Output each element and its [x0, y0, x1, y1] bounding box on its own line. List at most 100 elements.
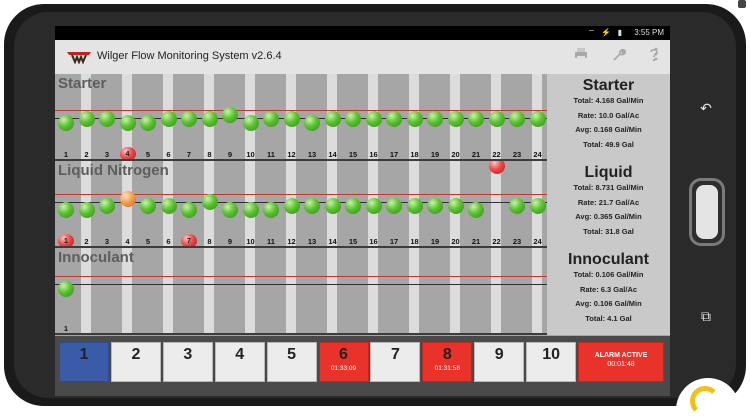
- row-flow-ball[interactable]: [345, 111, 361, 127]
- overflow-menu-icon[interactable]: [651, 47, 661, 67]
- wrench-icon[interactable]: [608, 47, 630, 67]
- row-flow-ball[interactable]: [386, 111, 402, 127]
- row-number: 17: [389, 237, 399, 246]
- column-stripe: [285, 248, 296, 335]
- row-flow-ball[interactable]: [242, 202, 259, 218]
- row-flow-ball[interactable]: [304, 115, 320, 131]
- row-flow-ball[interactable]: [488, 111, 505, 127]
- row-flow-ball[interactable]: [345, 198, 361, 214]
- boom-section-button[interactable]: 5: [266, 342, 317, 382]
- row-flow-ball[interactable]: [140, 198, 156, 214]
- boom-section-number: 2: [131, 346, 141, 363]
- status-icons: ⌔ ⚡ ▮: [587, 28, 624, 37]
- row-flow-ball[interactable]: [140, 115, 156, 131]
- row-flow-ball[interactable]: [447, 111, 464, 127]
- flow-monitor-content: Starter 1 2 3 4 5 6 7 8 9 10 11 12 13 14 15 16 17 18 19 20 21…: [55, 74, 670, 336]
- row-flow-ball[interactable]: [468, 202, 484, 218]
- boom-section-button[interactable]: 3: [162, 342, 213, 382]
- row-flow-ball[interactable]: [468, 111, 484, 127]
- row-flow-ball[interactable]: [58, 281, 74, 297]
- row-flow-ball[interactable]: [488, 161, 505, 174]
- row-flow-ball[interactable]: [283, 198, 300, 214]
- boom-section-button[interactable]: 9: [474, 342, 525, 382]
- app-screen: ⌔ ⚡ ▮ 3:55 PM Wilger Flow Monitoring Sys…: [55, 26, 670, 396]
- row-flow-ball[interactable]: [509, 198, 525, 214]
- back-icon[interactable]: ↶: [694, 96, 718, 120]
- alarm-label: ALARM ACTIVE: [594, 352, 648, 359]
- row-flow-ball[interactable]: [365, 111, 382, 127]
- wilger-logo-icon: [67, 52, 91, 64]
- printer-icon[interactable]: [570, 47, 592, 67]
- row-flow-ball[interactable]: [181, 202, 197, 218]
- row-number: 2: [84, 150, 89, 159]
- row-number: 8: [207, 237, 212, 246]
- row-flow-ball[interactable]: [304, 198, 320, 214]
- row-flow-ball[interactable]: [263, 202, 279, 218]
- row-number: 22: [492, 150, 501, 159]
- home-button[interactable]: [689, 178, 725, 246]
- boom-section-button[interactable]: 6 01:33:09: [318, 342, 369, 382]
- row-flow-ball[interactable]: [386, 198, 402, 214]
- row-number: 20: [451, 150, 460, 159]
- row-flow-ball[interactable]: [222, 107, 238, 123]
- row-flow-ball[interactable]: [283, 111, 300, 127]
- row-flow-ball[interactable]: [324, 111, 341, 127]
- panel-avg: Avg: 0.365 Gal/Min: [575, 212, 642, 221]
- alarm-timer: 01:31:58: [434, 365, 460, 372]
- row-number: 17: [389, 150, 399, 159]
- row-flow-ball[interactable]: [427, 111, 443, 127]
- boom-section-button[interactable]: 10: [526, 342, 577, 382]
- row-flow-ball[interactable]: [78, 111, 95, 127]
- row-flow-ball[interactable]: [201, 111, 218, 127]
- boom-section-button[interactable]: 7: [370, 342, 421, 382]
- row-number: 19: [430, 150, 440, 159]
- row-flow-ball[interactable]: [119, 191, 136, 207]
- row-flow-ball[interactable]: [406, 198, 423, 214]
- row-number: 13: [307, 237, 317, 246]
- section-innoculant: Innoculant 1: [55, 248, 547, 335]
- boom-section-button[interactable]: 1: [59, 342, 109, 382]
- row-number: 10: [246, 237, 255, 246]
- row-flow-ball[interactable]: [447, 198, 464, 214]
- boom-section-number: 10: [542, 346, 560, 363]
- row-number: 18: [410, 237, 419, 246]
- row-flow-ball[interactable]: [201, 194, 218, 210]
- row-flow-ball[interactable]: [78, 202, 95, 218]
- row-flow-ball[interactable]: [406, 111, 423, 127]
- row-flow-ball[interactable]: [99, 111, 115, 127]
- alarm-active-button[interactable]: ALARM ACTIVE 00:01:48: [578, 342, 664, 382]
- row-flow-ball[interactable]: [222, 202, 238, 218]
- panel-avg: Avg: 0.106 Gal/Min: [575, 299, 642, 308]
- home-button-face: [696, 185, 718, 239]
- row-flow-ball[interactable]: [58, 202, 74, 218]
- boom-section-button[interactable]: 2: [110, 342, 161, 382]
- boom-section-button[interactable]: 8 01:31:58: [422, 342, 473, 382]
- row-flow-ball[interactable]: [242, 115, 259, 131]
- row-number: 11: [267, 150, 275, 159]
- panel-avg: Avg: 0.168 Gal/Min: [575, 125, 642, 134]
- row-flow-ball[interactable]: [181, 111, 197, 127]
- row-flow-ball[interactable]: [263, 111, 279, 127]
- row-flow-ball[interactable]: [160, 198, 177, 214]
- boom-section-number: 5: [287, 346, 297, 363]
- row-flow-ball[interactable]: [509, 111, 525, 127]
- column-stripe: [203, 248, 214, 335]
- boom-section-number: 9: [494, 346, 504, 363]
- boom-section-bar: 1 2 3 4 5 6 01:33:09 7 8 01:31:58 9 10 ALARM ACTIVE…: [55, 336, 670, 396]
- row-flow-ball[interactable]: [324, 198, 341, 214]
- row-number: 6: [166, 237, 171, 246]
- row-flow-ball[interactable]: [160, 111, 177, 127]
- row-flow-ball[interactable]: [58, 115, 74, 131]
- row-flow-ball[interactable]: [427, 198, 443, 214]
- row-flow-ball[interactable]: [529, 111, 546, 127]
- boom-section-button[interactable]: 4: [214, 342, 265, 382]
- row-flow-ball[interactable]: [99, 198, 115, 214]
- row-flow-ball[interactable]: [119, 115, 136, 131]
- row-number: 3: [104, 150, 110, 159]
- section-liquid-nitrogen: Liquid Nitrogen 1 2 3 4 5 6 7 8 9 10 11 12 13 14 15 16 17…: [55, 161, 547, 248]
- flow-baseline: [55, 284, 547, 285]
- row-flow-ball[interactable]: [365, 198, 382, 214]
- panel-title: Innoculant: [568, 251, 649, 268]
- row-flow-ball[interactable]: [529, 198, 546, 214]
- recents-icon[interactable]: ⧉: [694, 304, 718, 328]
